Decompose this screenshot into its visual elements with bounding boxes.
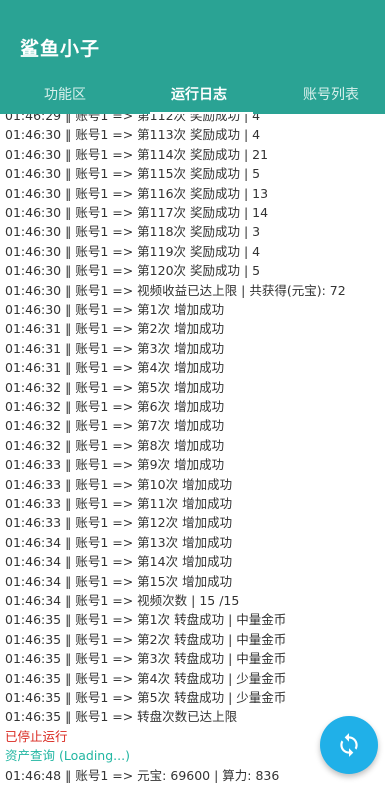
tab-functions[interactable]: 功能区 [44, 76, 86, 114]
log-line: 01:46:30 ‖ 账号1 => 视频收益已达上限 | 共获得(元宝): 72 [5, 282, 346, 298]
log-line: 01:46:31 ‖ 账号1 => 第2次 增加成功 [5, 321, 225, 337]
log-line: 01:46:34 ‖ 账号1 => 第13次 增加成功 [5, 534, 233, 550]
log-line: 01:46:30 ‖ 账号1 => 第115次 奖励成功 | 5 [5, 166, 261, 182]
log-line: 01:46:31 ‖ 账号1 => 第3次 增加成功 [5, 340, 225, 356]
log-line: 01:46:32 ‖ 账号1 => 第5次 增加成功 [5, 379, 225, 395]
log-line: 01:46:34 ‖ 账号1 => 第15次 增加成功 [5, 573, 233, 589]
run-log-list[interactable]: 01:46:29 ‖ 账号1 => 第112次 奖励成功 | 4 01:46:30… [0, 114, 385, 798]
tab-run-log[interactable]: 运行日志 [171, 76, 227, 114]
log-line: 01:46:35 ‖ 账号1 => 转盘次数已达上限 [5, 709, 238, 725]
log-line: 01:46:32 ‖ 账号1 => 第7次 增加成功 [5, 418, 225, 434]
log-line: 01:46:48 ‖ 账号1 => 元宝: 69600 | 算力: 836 [5, 767, 280, 783]
log-line: 01:46:35 ‖ 账号1 => 第4次 转盘成功 | 少量金币 [5, 670, 287, 686]
log-line: 01:46:30 ‖ 账号1 => 第113次 奖励成功 | 4 [5, 127, 261, 143]
log-status-line: 已停止运行 [5, 728, 68, 744]
app-bar: 鲨鱼小子 功能区 运行日志 账号列表 [0, 0, 385, 114]
log-line: 01:46:34 ‖ 账号1 => 第14次 增加成功 [5, 554, 233, 570]
log-line: 01:46:32 ‖ 账号1 => 第8次 增加成功 [5, 437, 225, 453]
log-line: 01:46:30 ‖ 账号1 => 第114次 奖励成功 | 21 [5, 146, 269, 162]
log-line: 01:46:31 ‖ 账号1 => 第4次 增加成功 [5, 360, 225, 376]
log-line: 01:46:33 ‖ 账号1 => 第10次 增加成功 [5, 476, 233, 492]
log-line: 01:46:30 ‖ 账号1 => 第1次 增加成功 [5, 302, 225, 317]
log-line: 01:46:35 ‖ 账号1 => 第3次 转盘成功 | 中量金币 [5, 651, 287, 667]
app-title: 鲨鱼小子 [20, 38, 101, 60]
log-line: 01:46:35 ‖ 账号1 => 第1次 转盘成功 | 中量金币 [5, 612, 287, 628]
log-line: 01:46:35 ‖ 账号1 => 第5次 转盘成功 | 少量金币 [5, 690, 287, 705]
log-line: 01:46:33 ‖ 账号1 => 第11次 增加成功 [5, 496, 233, 511]
log-line: 01:46:30 ‖ 账号1 => 第119次 奖励成功 | 4 [5, 243, 261, 259]
log-line: 01:46:32 ‖ 账号1 => 第6次 增加成功 [5, 399, 225, 414]
log-line: 01:46:30 ‖ 账号1 => 第116次 奖励成功 | 13 [5, 185, 269, 201]
log-line: 01:46:35 ‖ 账号1 => 第2次 转盘成功 | 中量金币 [5, 631, 287, 647]
log-line: 01:46:33 ‖ 账号1 => 第9次 增加成功 [5, 457, 225, 473]
log-line: 01:46:30 ‖ 账号1 => 第117次 奖励成功 | 14 [5, 205, 269, 220]
tab-account-list[interactable]: 账号列表 [303, 76, 359, 114]
log-line: 01:46:34 ‖ 账号1 => 视频次数 | 15 /15 [5, 593, 240, 608]
tab-bar: 功能区 运行日志 账号列表 [0, 76, 385, 114]
log-line: 01:46:30 ‖ 账号1 => 第118次 奖励成功 | 3 [5, 224, 261, 240]
refresh-button[interactable] [320, 716, 378, 774]
log-status-line: 资产查询 (Loading...) [5, 748, 130, 764]
log-line: 01:46:29 ‖ 账号1 => 第112次 奖励成功 | 4 [5, 114, 261, 123]
log-line: 01:46:33 ‖ 账号1 => 第12次 增加成功 [5, 515, 233, 531]
refresh-icon [340, 733, 358, 757]
log-line: 01:46:30 ‖ 账号1 => 第120次 奖励成功 | 5 [5, 263, 261, 279]
